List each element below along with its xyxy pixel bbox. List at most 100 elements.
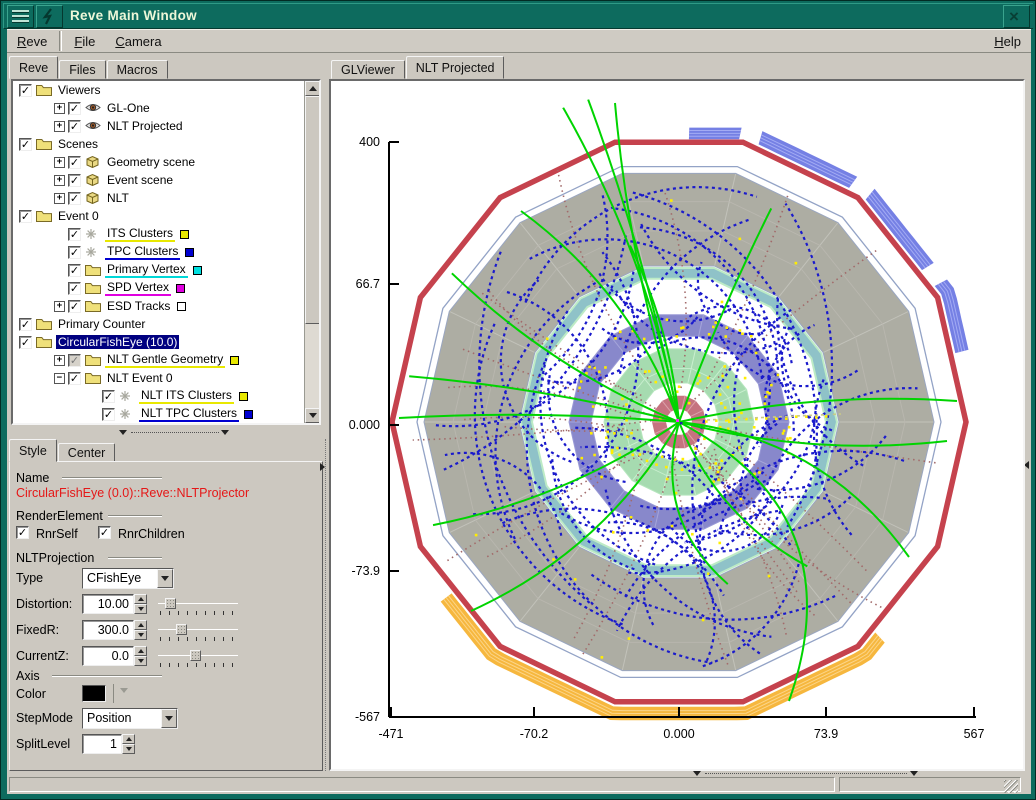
tab-center[interactable]: Center	[58, 443, 116, 462]
tree-item-viewers[interactable]: ✓ Viewers	[13, 81, 319, 99]
chevron-down-icon[interactable]	[120, 688, 128, 693]
checkbox[interactable]: ✓	[19, 84, 32, 97]
tree-item-circularfisheye-10-0[interactable]: ✓CircularFishEye (10.0)	[13, 333, 319, 351]
menu-help[interactable]: Help	[984, 31, 1031, 52]
tab-glviewer[interactable]: GLViewer	[331, 60, 405, 79]
tree-scrollbar[interactable]	[304, 81, 319, 423]
tab-macros[interactable]: Macros	[107, 60, 168, 79]
menu-camera[interactable]: Camera	[105, 31, 171, 52]
checkbox[interactable]: ✓	[68, 174, 81, 187]
spin-up-button[interactable]	[134, 646, 147, 656]
tree-item-its-clusters[interactable]: ✓ITS Clusters	[13, 225, 319, 243]
tree-item-primary-counter[interactable]: ✓Primary Counter	[13, 315, 319, 333]
spin-down-button[interactable]	[134, 604, 147, 614]
checkbox[interactable]: ✓	[68, 192, 81, 205]
checkbox[interactable]: ✓	[68, 120, 81, 133]
menu-reve[interactable]: Reve	[7, 31, 57, 52]
number-entry[interactable]: 300.0	[82, 620, 134, 640]
app-icon-button[interactable]	[36, 5, 63, 28]
tree-item-tpc-clusters[interactable]: ✓TPC Clusters	[13, 243, 319, 261]
tree-item-spd-vertex[interactable]: ✓SPD Vertex	[13, 279, 319, 297]
tree-item-scenes[interactable]: ✓Scenes	[13, 135, 319, 153]
checkbox[interactable]: ✓	[68, 228, 81, 241]
type-value: CFishEye	[83, 569, 157, 588]
menu-file[interactable]: File	[64, 31, 105, 52]
expand-icon[interactable]: +	[54, 121, 65, 132]
collapse-icon[interactable]: −	[54, 373, 65, 384]
checkbox[interactable]: ✓	[68, 156, 81, 169]
tab-reve[interactable]: Reve	[9, 56, 58, 79]
close-button[interactable]: ×	[1003, 5, 1030, 28]
panel-splitter[interactable]	[325, 439, 326, 771]
tree-item-nlt-event-0[interactable]: −✓NLT Event 0	[13, 369, 319, 387]
tree-item-geometry-scene[interactable]: +✓Geometry scene	[13, 153, 319, 171]
checkbox[interactable]: ✓	[68, 372, 81, 385]
chevron-down-icon[interactable]	[157, 569, 173, 588]
type-combobox[interactable]: CFishEye	[82, 568, 174, 589]
scrollbar-thumb[interactable]	[305, 96, 320, 324]
spin-down-button[interactable]	[122, 744, 135, 754]
titlebar[interactable]: Reve Main Window ×	[3, 3, 1033, 29]
scroll-up-button[interactable]	[305, 81, 320, 96]
slider[interactable]	[158, 596, 238, 614]
checkbox[interactable]: ✓	[68, 354, 81, 367]
slider[interactable]	[158, 648, 238, 666]
expand-icon[interactable]: +	[54, 103, 65, 114]
scroll-down-button[interactable]	[305, 408, 320, 423]
checkbox[interactable]: ✓	[19, 138, 32, 151]
tree-item-primary-vertex[interactable]: ✓Primary Vertex	[13, 261, 319, 279]
tab-style[interactable]: Style	[9, 439, 57, 462]
tree-item-nlt-projected[interactable]: +✓NLT Projected	[13, 117, 319, 135]
axis-color-swatch[interactable]	[82, 685, 106, 702]
checkbox[interactable]: ✓	[68, 300, 81, 313]
splitlevel-entry[interactable]: 1	[82, 734, 122, 754]
checkbox-rnrchildren[interactable]: ✓	[98, 526, 111, 539]
tree-splitter[interactable]	[11, 429, 321, 437]
spin-down-button[interactable]	[134, 630, 147, 640]
checkbox[interactable]: ✓	[68, 264, 81, 277]
expand-icon[interactable]: +	[54, 157, 65, 168]
expand-icon[interactable]: +	[54, 193, 65, 204]
slider[interactable]	[158, 622, 238, 640]
expand-icon[interactable]: +	[54, 301, 65, 312]
event-display-canvas[interactable]: 40066.70.000-73.9-567-471-70.20.00073.95…	[331, 81, 1023, 769]
spin-up-button[interactable]	[134, 594, 147, 604]
tree-item-gl-one[interactable]: +✓GL-One	[13, 99, 319, 117]
checkbox[interactable]: ✓	[19, 318, 32, 331]
tree-item-nlt-its-clusters[interactable]: ✓NLT ITS Clusters	[13, 387, 319, 405]
tree-item-esd-tracks[interactable]: +✓ESD Tracks	[13, 297, 319, 315]
splitter-collapse-icon[interactable]	[320, 463, 325, 471]
expand-icon[interactable]: +	[54, 175, 65, 186]
checkbox[interactable]: ✓	[68, 282, 81, 295]
slider-thumb[interactable]	[176, 624, 187, 635]
number-entry[interactable]: 0.0	[82, 646, 134, 666]
checkbox[interactable]: ✓	[19, 336, 32, 349]
tree-item-event-scene[interactable]: +✓Event scene	[13, 171, 319, 189]
tab-files[interactable]: Files	[59, 60, 105, 79]
spin-up-button[interactable]	[134, 620, 147, 630]
tree-item-event-0[interactable]: ✓Event 0	[13, 207, 319, 225]
spin-down-button[interactable]	[134, 656, 147, 666]
tree-item-label: Viewers	[56, 83, 102, 97]
checkbox[interactable]: ✓	[19, 210, 32, 223]
tree-item-nlt-tpc-clusters[interactable]: ✓NLT TPC Clusters	[13, 405, 319, 423]
checkbox[interactable]: ✓	[68, 102, 81, 115]
tree-item-nlt[interactable]: +✓NLT	[13, 189, 319, 207]
chevron-down-icon[interactable]	[161, 709, 177, 728]
slider-thumb[interactable]	[190, 650, 201, 661]
spin-up-button[interactable]	[122, 734, 135, 744]
tab-nlt-projected[interactable]: NLT Projected	[406, 56, 505, 79]
expand-icon[interactable]: +	[54, 355, 65, 366]
stepmode-combobox[interactable]: Position	[82, 708, 178, 729]
its-cluster	[740, 498, 743, 501]
checkbox[interactable]: ✓	[102, 390, 115, 403]
slider-thumb[interactable]	[165, 598, 176, 609]
checkbox-rnrself[interactable]: ✓	[16, 526, 29, 539]
window-menu-button[interactable]	[7, 5, 34, 28]
checkbox[interactable]: ✓	[68, 246, 81, 259]
checkbox[interactable]: ✓	[102, 408, 115, 421]
resize-grip[interactable]	[1004, 780, 1018, 793]
number-entry[interactable]: 10.00	[82, 594, 134, 614]
its-cluster	[680, 327, 683, 330]
tree-item-nlt-gentle-geometry[interactable]: +✓NLT Gentle Geometry	[13, 351, 319, 369]
